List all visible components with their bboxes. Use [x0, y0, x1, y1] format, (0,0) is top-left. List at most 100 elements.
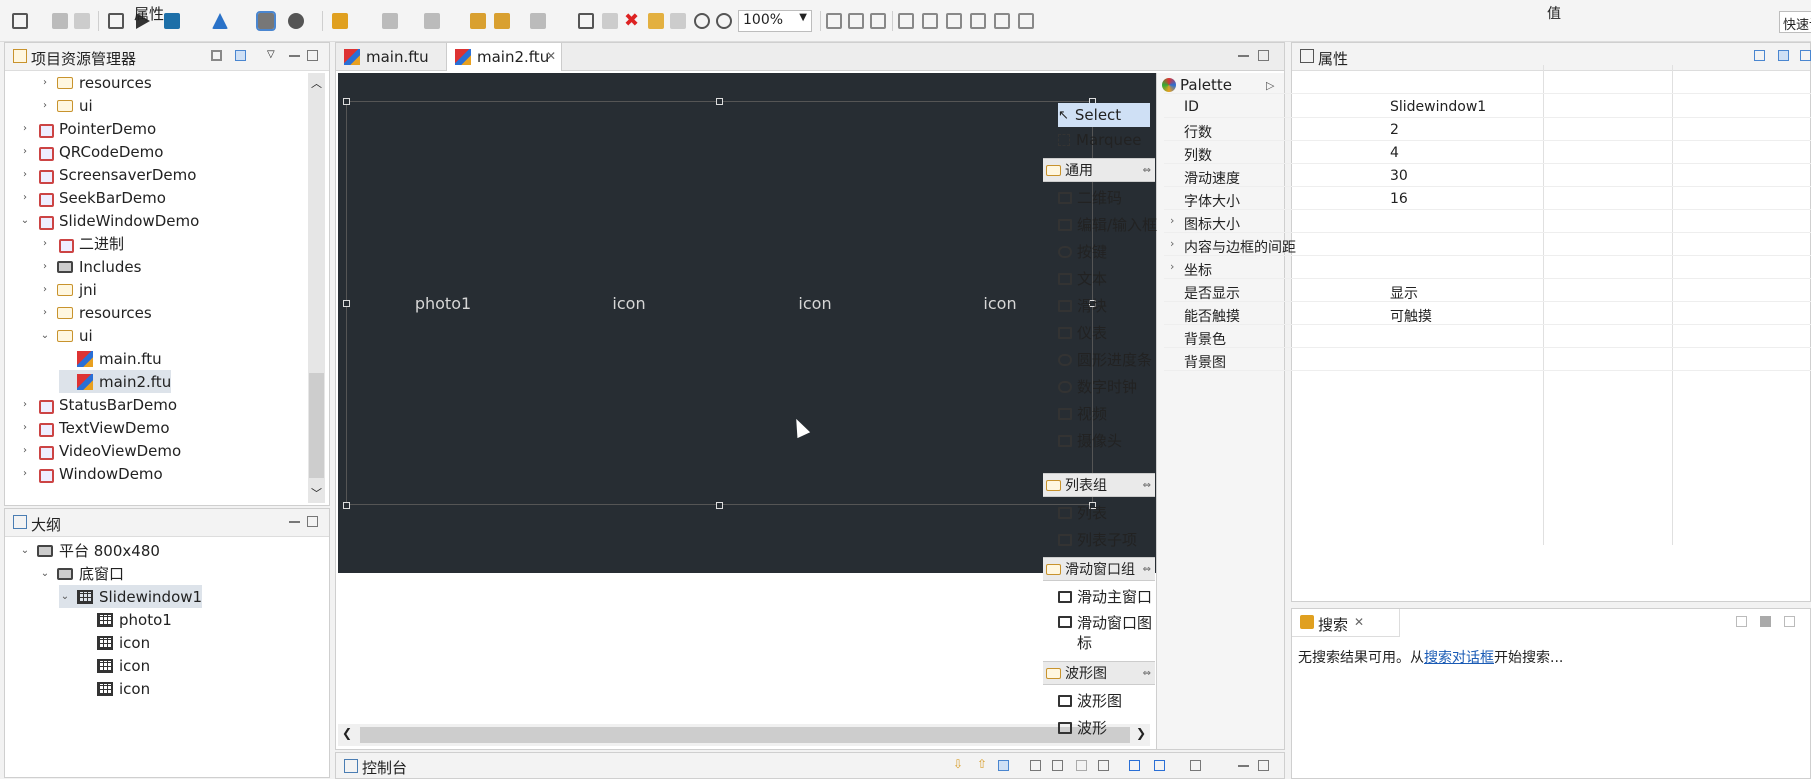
palette-group-waveform[interactable]: 波形图 ⇔ [1043, 661, 1155, 685]
save-icon[interactable] [52, 13, 68, 29]
chevron-right-icon[interactable]: › [39, 100, 51, 111]
palette-item[interactable]: 滑块 [1058, 295, 1107, 316]
project-tree-item[interactable]: › TextViewDemo [19, 416, 170, 439]
project-tree-item[interactable]: › Includes [39, 255, 141, 278]
property-value[interactable]: Slidewindow1 [1390, 99, 1486, 115]
resize-handle[interactable] [716, 502, 723, 509]
resize-handle[interactable] [343, 98, 350, 105]
collapse-group-icon[interactable]: ⇔ [1143, 480, 1151, 491]
resize-handle[interactable] [716, 98, 723, 105]
pin-properties-icon[interactable] [1754, 50, 1765, 61]
project-tree-item[interactable]: › SeekBarDemo [19, 186, 166, 209]
delete-icon[interactable]: ✖ [624, 12, 640, 30]
categories-icon[interactable] [1778, 50, 1789, 61]
prev-annotation-icon[interactable] [424, 13, 440, 29]
outline-tree-item[interactable]: ⌄ 底窗口 [39, 562, 124, 585]
chevron-right-icon[interactable]: › [39, 238, 51, 249]
same-width-icon[interactable] [970, 13, 986, 29]
property-value[interactable]: 可触摸 [1390, 306, 1432, 326]
project-tree-item[interactable]: › StatusBarDemo [19, 393, 177, 416]
chevron-right-icon[interactable]: › [19, 399, 31, 410]
display-console-icon[interactable] [1154, 760, 1165, 771]
project-tree-item[interactable]: › 二进制 [39, 232, 124, 255]
project-tree-item[interactable]: › ScreensaverDemo [19, 163, 196, 186]
chevron-down-icon[interactable]: ⌄ [59, 591, 71, 602]
property-row[interactable]: 列数 4 [1164, 143, 1811, 164]
new-console-icon[interactable] [1190, 760, 1201, 771]
palette-item[interactable]: 编辑/输入框 [1058, 214, 1157, 235]
collapse-group-icon[interactable]: ⇔ [1143, 564, 1151, 575]
tab-main-ftu[interactable]: main.ftu [336, 43, 446, 71]
align-middle-icon[interactable] [922, 13, 938, 29]
chevron-right-icon[interactable]: › [19, 445, 31, 456]
palette-group-common[interactable]: 通用 ⇔ [1043, 158, 1155, 182]
chevron-right-icon[interactable]: › [39, 284, 51, 295]
palette-tool-marquee[interactable]: Marquee [1058, 131, 1142, 149]
tool-icon[interactable] [288, 13, 304, 29]
palette-item[interactable]: 波形 [1058, 717, 1107, 738]
project-tree-item[interactable]: › ui [39, 94, 93, 117]
chevron-right-icon[interactable]: › [1170, 260, 1174, 273]
scroll-top-icon[interactable]: ⇧ [977, 758, 988, 771]
new-icon[interactable] [12, 13, 28, 29]
align-bottom-icon[interactable] [946, 13, 962, 29]
project-tree-item[interactable]: ⌄ ui [39, 324, 93, 347]
remove-console-icon[interactable] [1098, 760, 1109, 771]
property-row[interactable]: ID Slidewindow1 [1164, 97, 1811, 118]
scroll-left-icon[interactable]: ❮ [342, 726, 352, 740]
minimize-icon[interactable] [289, 55, 300, 57]
palette-tool-select[interactable]: ↖ Select [1058, 103, 1150, 127]
debug-icon[interactable] [256, 11, 276, 31]
chevron-right-icon[interactable]: › [19, 422, 31, 433]
property-row[interactable]: › 坐标 [1164, 258, 1811, 279]
chevron-right-icon[interactable]: › [1170, 214, 1174, 227]
open-console-icon[interactable] [1129, 760, 1140, 771]
editor-h-scrollbar[interactable]: ❮ ❯ [338, 724, 1150, 746]
palette-item[interactable]: 仪表 [1058, 322, 1107, 343]
palette-item[interactable]: 视频 [1058, 403, 1107, 424]
property-row[interactable]: › 图标大小 [1164, 212, 1811, 233]
advanced-icon[interactable] [1800, 50, 1811, 61]
property-row[interactable]: 是否显示 显示 [1164, 281, 1811, 302]
clear-console-icon[interactable] [1076, 760, 1087, 771]
console-minimize-icon[interactable] [1238, 765, 1249, 767]
chevron-right-icon[interactable]: › [19, 169, 31, 180]
outline-maximize-icon[interactable] [307, 516, 318, 527]
chevron-right-icon[interactable]: › [1170, 237, 1174, 250]
editor-maximize-icon[interactable] [1258, 50, 1269, 61]
palette-item[interactable]: 文本 [1058, 268, 1107, 289]
palette-item[interactable]: 滑动窗口图标 [1058, 613, 1158, 653]
editor-scroll-thumb[interactable] [360, 727, 1130, 743]
property-row[interactable]: 字体大小 16 [1164, 189, 1811, 210]
same-height-icon[interactable] [994, 13, 1010, 29]
chevron-right-icon[interactable]: › [19, 123, 31, 134]
stop-icon[interactable] [164, 13, 180, 29]
property-value[interactable]: 4 [1390, 145, 1399, 161]
property-row[interactable]: 滑动速度 30 [1164, 166, 1811, 187]
editor-minimize-icon[interactable] [1238, 55, 1249, 57]
zoom-select[interactable]: 100% ▼ [738, 10, 812, 32]
palette-item[interactable]: 列表 [1058, 502, 1107, 523]
palette-item[interactable]: 滑动主窗口 [1058, 586, 1152, 607]
zoom-in-icon[interactable] [694, 13, 710, 29]
property-row[interactable]: › 内容与边框的间距 [1164, 235, 1811, 256]
property-value[interactable]: 16 [1390, 191, 1408, 207]
outline-tree-item[interactable]: icon [79, 654, 150, 677]
project-tree-item[interactable]: › VideoViewDemo [19, 439, 181, 462]
resize-handle[interactable] [343, 502, 350, 509]
project-tree-item[interactable]: › WindowDemo [19, 462, 163, 485]
collapse-all-icon[interactable] [211, 50, 222, 61]
project-tree-item[interactable]: › QRCodeDemo [19, 140, 163, 163]
paste-icon[interactable] [602, 13, 618, 29]
property-row[interactable]: 背景图 [1164, 350, 1811, 371]
scroll-lock-icon[interactable]: ⇩ [953, 758, 964, 771]
align-top-icon[interactable] [898, 13, 914, 29]
word-wrap-icon[interactable] [1030, 760, 1041, 771]
property-value[interactable]: 30 [1390, 168, 1408, 184]
quick-access-input[interactable]: 快速访问 [1779, 11, 1811, 33]
view-menu-icon[interactable]: ▽ [267, 50, 278, 61]
chevron-down-icon[interactable]: ⌄ [19, 545, 31, 556]
search-again-icon[interactable] [1736, 616, 1747, 627]
palette-item[interactable]: 摄像头 [1058, 430, 1122, 451]
undo-icon[interactable] [648, 13, 664, 29]
